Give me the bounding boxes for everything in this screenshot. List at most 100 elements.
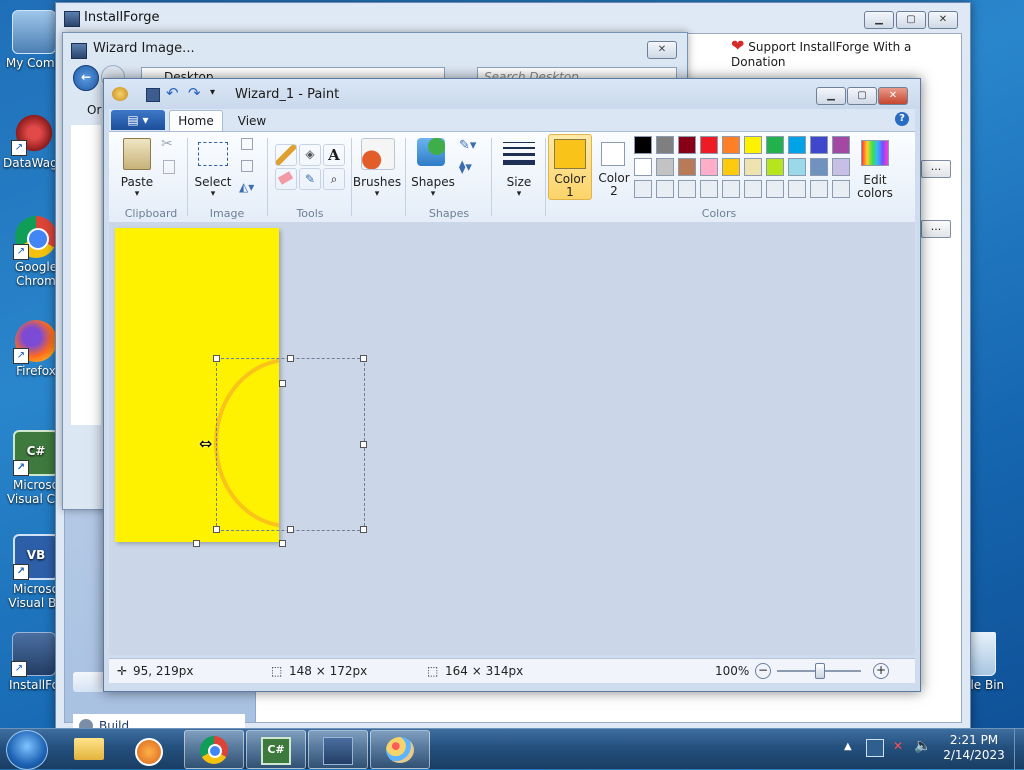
color-swatch[interactable] <box>634 180 652 198</box>
size-button[interactable]: Size ▾ <box>497 136 541 199</box>
maximize-button[interactable]: ▢ <box>896 11 926 29</box>
minimize-button[interactable]: ▁ <box>864 11 894 29</box>
selection-handle-tr[interactable] <box>360 355 367 362</box>
taskbar-visual-csharp[interactable]: C# <box>246 730 306 769</box>
color-swatch[interactable] <box>678 136 696 154</box>
close-button[interactable]: ✕ <box>928 11 958 29</box>
tab-home[interactable]: Home <box>169 110 223 132</box>
color-swatch[interactable] <box>634 136 652 154</box>
color-swatch[interactable] <box>678 180 696 198</box>
color-swatch[interactable] <box>832 158 850 176</box>
tab-view[interactable]: View <box>231 112 273 130</box>
paint-close-button[interactable]: ✕ <box>878 87 908 105</box>
color-swatch[interactable] <box>634 158 652 176</box>
dialog-menu-organize[interactable]: Or <box>87 103 101 117</box>
taskbar-explorer[interactable] <box>60 730 118 767</box>
paste-button[interactable]: Paste ▾ <box>117 136 157 199</box>
text-icon[interactable]: A <box>323 144 345 166</box>
color-swatch[interactable] <box>810 158 828 176</box>
quick-access-dropdown-icon[interactable]: ▾ <box>210 87 215 98</box>
rotate-icon[interactable]: ◭▾ <box>239 180 254 194</box>
color-swatch[interactable] <box>810 136 828 154</box>
pencil-icon[interactable] <box>275 144 297 166</box>
color-swatch[interactable] <box>766 136 784 154</box>
redo-icon[interactable]: ↷ <box>188 84 201 102</box>
color2-button[interactable]: Color 2 <box>593 134 635 198</box>
selection-box[interactable] <box>216 358 365 531</box>
zoom-slider-thumb[interactable] <box>815 663 825 679</box>
outline-icon[interactable]: ✎▾ <box>459 138 476 153</box>
select-button[interactable]: Select ▾ <box>193 136 233 199</box>
fill-icon[interactable]: ◈ <box>299 144 321 166</box>
color-swatch[interactable] <box>766 180 784 198</box>
shapes-button[interactable]: Shapes ▾ <box>411 136 455 199</box>
eraser-icon[interactable] <box>275 168 297 190</box>
color-swatch[interactable] <box>810 180 828 198</box>
color-swatch[interactable] <box>788 180 806 198</box>
color-swatch[interactable] <box>656 136 674 154</box>
taskbar-media-player[interactable] <box>120 730 178 767</box>
color-swatch[interactable] <box>722 180 740 198</box>
paint-minimize-button[interactable]: ▁ <box>816 87 846 105</box>
canvas-area[interactable]: ⇔ <box>109 222 915 655</box>
color-swatch[interactable] <box>700 136 718 154</box>
copy-icon[interactable] <box>163 160 175 174</box>
brushes-button[interactable]: Brushes ▾ <box>353 136 401 199</box>
color-swatch[interactable] <box>722 158 740 176</box>
selection-handle-br[interactable] <box>360 526 367 533</box>
zoom-in-button[interactable]: + <box>873 663 889 679</box>
action-center-icon[interactable]: ✕ <box>890 739 906 755</box>
color-swatch[interactable] <box>656 158 674 176</box>
taskbar-installforge[interactable] <box>308 730 368 769</box>
color-swatch[interactable] <box>744 136 762 154</box>
color-swatch[interactable] <box>722 136 740 154</box>
canvas-resize-handle-right[interactable] <box>279 380 286 387</box>
color-swatch[interactable] <box>744 180 762 198</box>
save-icon[interactable] <box>146 88 160 102</box>
start-button[interactable] <box>6 730 48 770</box>
color-picker-icon[interactable]: ✎ <box>299 168 321 190</box>
network-icon[interactable] <box>866 739 884 757</box>
selection-handle-mr[interactable] <box>360 441 367 448</box>
color-swatch[interactable] <box>700 180 718 198</box>
canvas-resize-handle-bottom[interactable] <box>193 540 200 547</box>
paint-maximize-button[interactable]: ▢ <box>847 87 877 105</box>
color-swatch[interactable] <box>788 136 806 154</box>
selection-handle-bl[interactable] <box>213 526 220 533</box>
selection-handle-bm[interactable] <box>287 526 294 533</box>
dialog-title: Wizard Image... <box>93 41 195 56</box>
donation-link[interactable]: ❤ Support InstallForge With a Donation <box>731 36 961 69</box>
selection-handle-tl[interactable] <box>213 355 220 362</box>
taskbar-chrome[interactable] <box>184 730 244 769</box>
back-button[interactable]: ← <box>73 65 99 91</box>
dialog-close-button[interactable]: ✕ <box>647 41 677 59</box>
taskbar-paint[interactable] <box>370 730 430 769</box>
fill-shape-icon[interactable]: ⧫▾ <box>459 160 472 175</box>
resize-icon[interactable] <box>241 160 253 172</box>
color1-button[interactable]: Color 1 <box>548 134 592 200</box>
magnifier-icon[interactable]: ⌕ <box>323 168 345 190</box>
color-swatch[interactable] <box>766 158 784 176</box>
undo-icon[interactable]: ↶ <box>166 84 179 102</box>
color-swatch[interactable] <box>744 158 762 176</box>
color-swatch[interactable] <box>832 136 850 154</box>
selection-handle-tm[interactable] <box>287 355 294 362</box>
help-icon[interactable]: ? <box>895 112 909 126</box>
clock[interactable]: 2:21 PM 2/14/2023 <box>940 733 1008 763</box>
color-swatch[interactable] <box>678 158 696 176</box>
volume-icon[interactable]: 🔈 <box>914 738 931 754</box>
color-swatch[interactable] <box>656 180 674 198</box>
cut-icon[interactable]: ✂ <box>161 136 173 152</box>
color-swatch[interactable] <box>788 158 806 176</box>
color-swatch[interactable] <box>832 180 850 198</box>
paint-menu-button[interactable]: ▤ ▾ <box>111 110 165 130</box>
browse-button-1[interactable]: ... <box>921 160 951 178</box>
show-desktop-button[interactable] <box>1014 729 1024 769</box>
color-swatch[interactable] <box>700 158 718 176</box>
edit-colors-button[interactable]: Edit colors <box>853 136 897 200</box>
canvas-resize-handle-corner[interactable] <box>279 540 286 547</box>
show-hidden-icons[interactable]: ▲ <box>844 741 852 752</box>
zoom-out-button[interactable]: − <box>755 663 771 679</box>
crop-icon[interactable] <box>241 138 253 150</box>
browse-button-2[interactable]: ... <box>921 220 951 238</box>
